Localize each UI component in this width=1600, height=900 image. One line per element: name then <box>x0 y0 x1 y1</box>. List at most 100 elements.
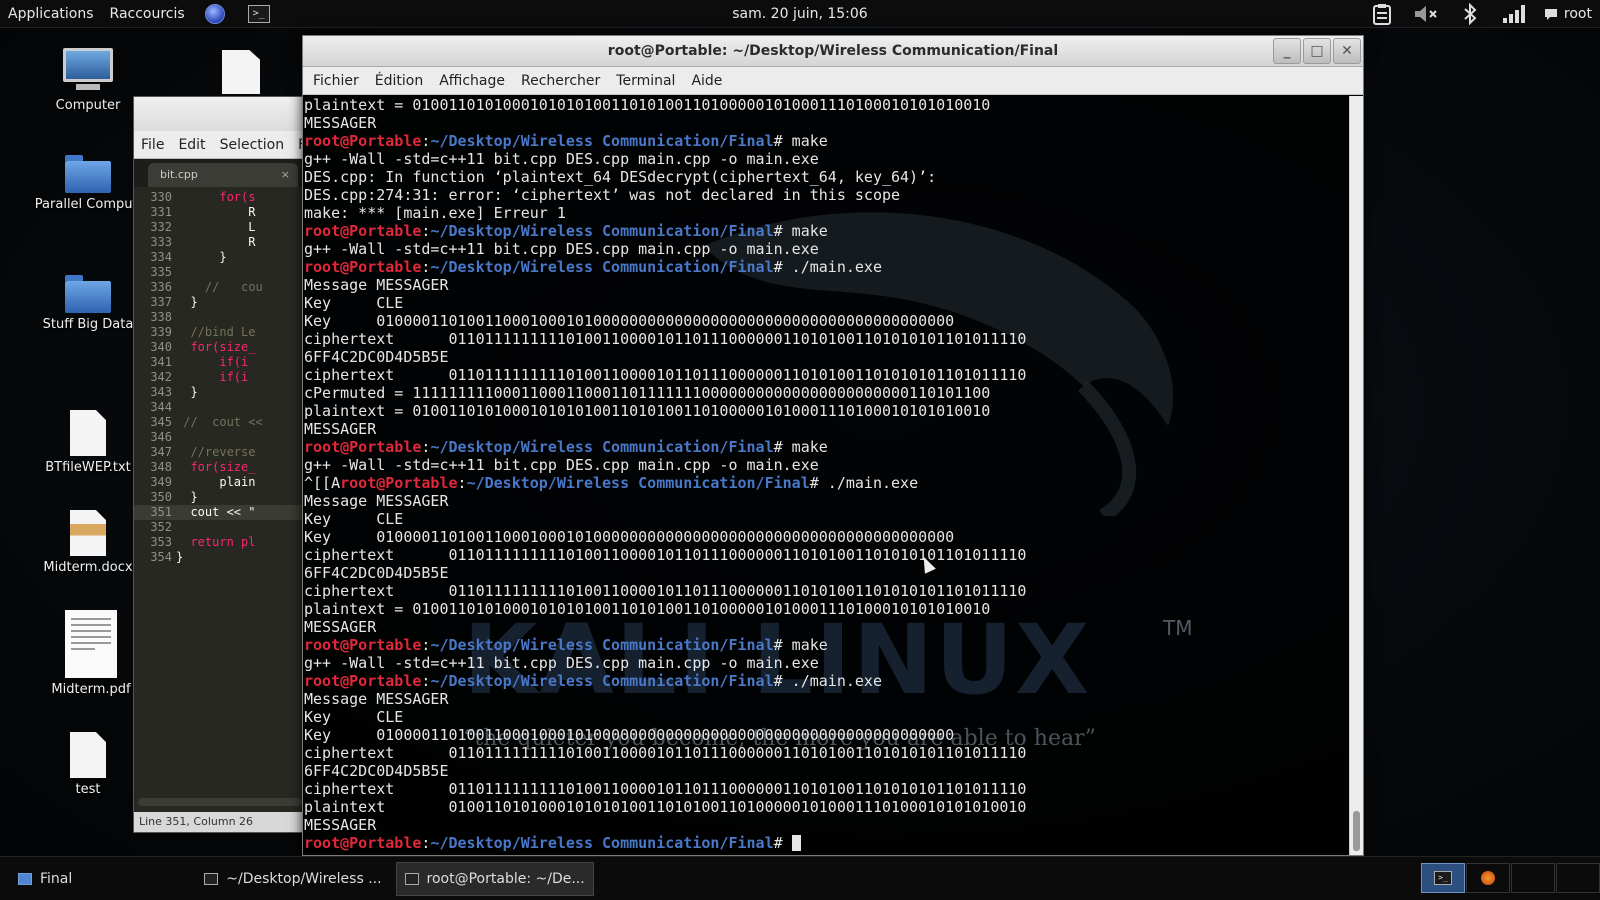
line-number: 346 <box>150 430 172 444</box>
minimize-button[interactable]: _ <box>1273 38 1301 64</box>
code-line[interactable]: 330 for(s <box>134 190 302 205</box>
code-line[interactable]: 333 R <box>134 235 302 250</box>
desktop-icon-midterm-docx[interactable]: Midterm.docx <box>28 510 148 575</box>
workspace-1[interactable]: >_ <box>1421 863 1465 893</box>
prompt-user: root@Portable <box>340 474 458 492</box>
vertical-scrollbar[interactable] <box>1349 96 1363 855</box>
code-line[interactable]: 346 <box>134 430 302 445</box>
code-text: if(i <box>176 370 249 384</box>
desktop-icon-test[interactable]: test <box>28 732 148 797</box>
code-text: for(s <box>176 190 256 204</box>
code-line[interactable]: 334 } <box>134 250 302 265</box>
code-line[interactable]: 336 // cou <box>134 280 302 295</box>
output-line: MESSAGER <box>304 114 377 132</box>
task-editor[interactable]: ~/Desktop/Wireless ... <box>196 862 389 896</box>
workspace-3[interactable] <box>1511 863 1555 893</box>
desktop-icon-label: Midterm.docx <box>43 560 133 575</box>
desktop-icon-btfilewep[interactable]: BTfileWEP.txt <box>28 410 148 475</box>
output-line: g++ -Wall -std=c++11 bit.cpp DES.cpp mai… <box>304 150 819 168</box>
menu-fichier[interactable]: Fichier <box>305 73 367 89</box>
menu-aide[interactable]: Aide <box>683 73 730 89</box>
line-number: 345 <box>150 415 172 429</box>
menu-edition[interactable]: Édition <box>367 73 431 89</box>
browser-launcher-icon[interactable] <box>193 0 237 28</box>
clipboard-icon[interactable] <box>1360 0 1404 28</box>
editor-window[interactable]: File Edit Selection F bit.cpp × 330 for(… <box>133 96 306 833</box>
line-number: 342 <box>150 370 172 384</box>
close-button[interactable]: ✕ <box>1333 38 1361 64</box>
prompt-symbol: # <box>773 636 792 654</box>
editor-menubar: File Edit Selection F <box>134 131 306 159</box>
output-line: ciphertext 01101111111110100110000101101… <box>304 330 1027 348</box>
terminal-window[interactable]: root@Portable: ~/Desktop/Wireless Commun… <box>302 35 1364 856</box>
output-line: Key 010000110100110001000101000000000000… <box>304 312 955 330</box>
code-line[interactable]: 340 for(size_ <box>134 340 302 355</box>
code-line[interactable]: 345 // cout << <box>134 415 302 430</box>
workspace-4[interactable] <box>1556 863 1600 893</box>
menu-terminal[interactable]: Terminal <box>608 73 683 89</box>
terminal-output[interactable]: KALI LINUX TM “the quieter you become, t… <box>303 96 1349 855</box>
terminal-titlebar[interactable]: root@Portable: ~/Desktop/Wireless Commun… <box>303 36 1363 67</box>
code-line[interactable]: 332 L <box>134 220 302 235</box>
prompt-symbol: # <box>809 474 828 492</box>
code-text: // cout << <box>176 415 263 429</box>
horizontal-scrollbar[interactable] <box>138 798 302 806</box>
desktop-icon-parallel-computing[interactable]: Parallel Computi <box>28 155 148 212</box>
desktop-icon-computer[interactable]: Computer <box>28 48 148 113</box>
code-line[interactable]: 354} <box>134 550 302 565</box>
code-line[interactable]: 335 <box>134 265 302 280</box>
code-line[interactable]: 349 plain <box>134 475 302 490</box>
maximize-button[interactable]: □ <box>1303 38 1331 64</box>
terminal-lines: plaintext = 0100110101000101010100110101… <box>303 96 1349 852</box>
workspace-2[interactable] <box>1466 863 1510 893</box>
file-icon[interactable] <box>222 50 260 94</box>
scrollbar-thumb[interactable] <box>1353 811 1360 851</box>
close-icon[interactable]: × <box>281 168 290 181</box>
editor-menu-file[interactable]: File <box>134 137 171 153</box>
editor-menu-edit[interactable]: Edit <box>171 137 212 153</box>
desktop-icon-label: BTfileWEP.txt <box>45 460 131 475</box>
code-line[interactable]: 353 return pl <box>134 535 302 550</box>
code-line[interactable]: 339 //bind Le <box>134 325 302 340</box>
firefox-icon <box>1481 871 1495 885</box>
code-line[interactable]: 338 <box>134 310 302 325</box>
code-line[interactable]: 337 } <box>134 295 302 310</box>
task-terminal[interactable]: root@Portable: ~/De... <box>395 861 594 896</box>
editor-titlebar[interactable] <box>134 97 302 131</box>
editor-menu-selection[interactable]: Selection <box>213 137 292 153</box>
code-line[interactable]: 351 cout << " <box>134 505 302 520</box>
line-number: 349 <box>150 475 172 489</box>
applications-menu[interactable]: Applications <box>0 6 102 22</box>
code-line[interactable]: 343 } <box>134 385 302 400</box>
terminal-launcher-icon[interactable]: >_ <box>237 0 281 28</box>
prompt-user: root@Portable <box>304 222 422 240</box>
bluetooth-icon[interactable] <box>1448 0 1492 28</box>
prompt-user: root@Portable <box>304 672 422 690</box>
code-line[interactable]: 341 if(i <box>134 355 302 370</box>
line-number: 354 <box>150 550 172 564</box>
clock[interactable]: sam. 20 juin, 15:06 <box>732 6 867 22</box>
user-menu[interactable]: root <box>1536 6 1600 22</box>
code-line[interactable]: 352 <box>134 520 302 535</box>
volume-muted-icon[interactable] <box>1404 0 1448 28</box>
code-line[interactable]: 344 <box>134 400 302 415</box>
desktop-icon-stuff-big-data[interactable]: Stuff Big Data <box>28 275 148 332</box>
code-line[interactable]: 347 //reverse <box>134 445 302 460</box>
editor-tab[interactable]: bit.cpp × <box>148 163 298 187</box>
output-line: DES.cpp:274:31: error: ‘ciphertext’ was … <box>304 186 901 204</box>
network-signal-icon[interactable] <box>1492 0 1536 28</box>
code-line[interactable]: 348 for(size_ <box>134 460 302 475</box>
prompt-path: ~/Desktop/Wireless Communication/Final <box>430 636 774 654</box>
code-area[interactable]: 330 for(s 331 R 332 L 333 R 334 } 335 336 // c… <box>134 190 302 790</box>
prompt-line: root@Portable:~/Desktop/Wireless Communi… <box>304 438 1349 456</box>
task-final[interactable]: Final <box>10 862 80 896</box>
user-name: root <box>1563 6 1592 22</box>
code-line[interactable]: 342 if(i <box>134 370 302 385</box>
code-text: } <box>176 250 227 264</box>
code-text: cout << " <box>176 505 256 519</box>
code-line[interactable]: 331 R <box>134 205 302 220</box>
menu-rechercher[interactable]: Rechercher <box>513 73 608 89</box>
code-line[interactable]: 350 } <box>134 490 302 505</box>
shortcuts-menu[interactable]: Raccourcis <box>102 6 193 22</box>
menu-affichage[interactable]: Affichage <box>431 73 513 89</box>
